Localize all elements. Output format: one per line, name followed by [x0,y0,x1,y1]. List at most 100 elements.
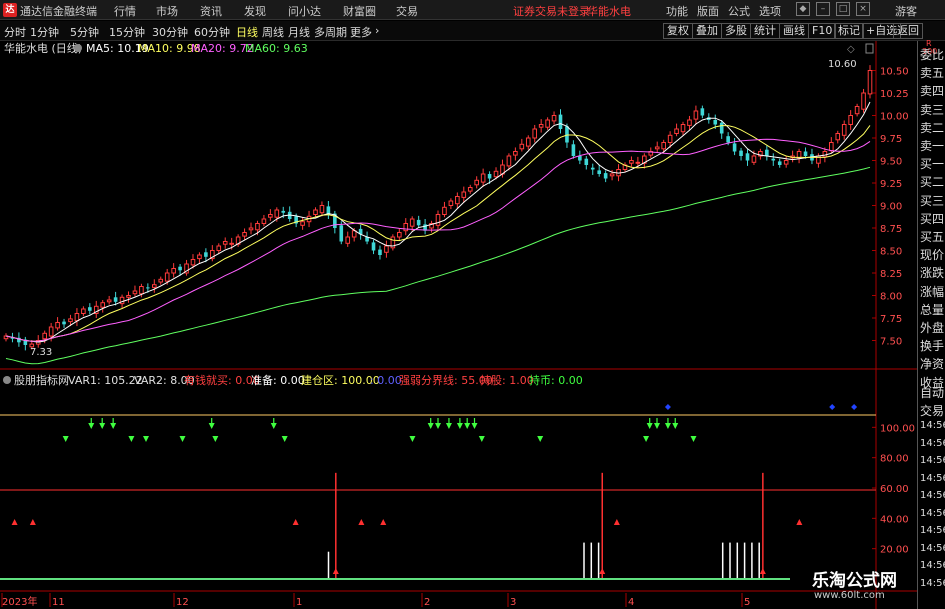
period-tab-daily[interactable]: 日线 [236,24,258,40]
stats-button[interactable]: 统计 [750,23,780,39]
side-panel-item[interactable]: 涨幅 [920,283,944,300]
candle-body [474,179,479,186]
price-tick-label: 7.50 [880,337,902,348]
ma-line-ma20 [5,138,871,342]
menu-item-gongshi[interactable]: 公式 [728,3,750,19]
login-notice[interactable]: 证券交易未登录 [513,3,590,19]
side-panel-item[interactable]: 现价 [920,246,944,263]
overlay-button[interactable]: 叠加 [692,23,722,39]
green-arrow-down [427,423,434,429]
price-tick-label: 9.75 [880,134,902,145]
side-panel-item[interactable]: 净资 [920,355,944,372]
side-panel-item[interactable]: 买五 [920,228,944,245]
candle-body [178,266,182,271]
menu-item-banmian[interactable]: 版面 [697,3,719,19]
mark-button[interactable]: 标记 [834,23,864,39]
ma60-legend: MA60: 9.63 [245,42,308,55]
menu-item-wenxiaoda[interactable]: 问小达 [288,3,321,19]
side-panel-item[interactable]: 14:56 [920,490,945,501]
candle-body [693,110,699,120]
chart-area[interactable]: 华能水电 (日线) MA5: 10.19 MA10: 9.98 MA20: 9.… [0,41,917,609]
period-tab-monthly[interactable]: 月线 [288,24,310,40]
green-arrow-down [208,423,215,429]
period-tab-fenshi[interactable]: 分时 [4,24,26,40]
menu-item-gongneng[interactable]: 功能 [666,3,688,19]
period-toolbar: 分时 1分钟 5分钟 15分钟 30分钟 60分钟 日线 周线 月线 多周期 更… [0,21,945,41]
close-icon[interactable]: × [856,2,870,16]
side-panel-item[interactable]: 14:56 [920,525,945,536]
fuquan-button[interactable]: 复权 [663,23,693,39]
candle-body [467,187,473,192]
side-panel-item[interactable]: 总量 [920,301,944,318]
shield-icon[interactable]: ◆ [796,2,810,16]
side-panel-item[interactable]: 14:56 [920,543,945,554]
menu-item-shichang[interactable]: 市场 [156,3,178,19]
indicator-settings-icon[interactable] [3,376,11,384]
candle-body [578,156,582,161]
period-tab-5min[interactable]: 5分钟 [70,24,99,40]
green-triangle-down [409,436,416,442]
menu-item-zixun[interactable]: 资讯 [200,3,222,19]
candles-layer [3,65,873,351]
side-panel-item[interactable]: 卖四 [920,82,944,99]
period-tab-15min[interactable]: 15分钟 [109,24,145,40]
candle-body [222,241,228,245]
side-panel-item[interactable]: 14:56 [920,420,945,431]
diamond-icon[interactable]: ◇ [847,44,855,55]
green-triangle-down [143,436,149,442]
candle-body [378,249,382,255]
side-panel-item[interactable]: 14:56 [920,560,945,571]
menu-item-xuanxiang[interactable]: 选项 [759,3,781,19]
menu-item-jiaoyi[interactable]: 交易 [396,3,418,19]
side-panel-item[interactable]: 14:56 [920,473,945,484]
period-tab-more[interactable]: 更多 [350,24,372,40]
side-panel-item[interactable]: 卖一 [920,137,944,154]
period-tab-1min[interactable]: 1分钟 [30,24,59,40]
settings-gear-icon[interactable] [74,44,82,52]
side-panel-item[interactable]: 14:56 [920,438,945,449]
side-panel-item[interactable]: 买四 [920,210,944,227]
chevron-right-icon[interactable]: › [375,24,379,37]
indicator-field: 建仓区: 100.00 [301,373,380,387]
candle-body [268,214,273,218]
side-panel-item[interactable]: 14:56 [920,455,945,466]
maximize-icon[interactable]: □ [836,2,850,16]
side-panel-item[interactable]: 外盘 [920,319,944,336]
menu-item-hangqing[interactable]: 行情 [114,3,136,19]
side-panel-item[interactable]: 14:56 [920,578,945,589]
price-tick-label: 8.50 [880,247,902,258]
candle-body [397,232,402,238]
candle-body [345,236,351,244]
candle-body [719,122,724,134]
period-tab-multi[interactable]: 多周期 [314,24,347,40]
side-panel-item[interactable]: 换手 [920,337,944,354]
minimize-icon[interactable]: – [816,2,830,16]
menu-item-faxian[interactable]: 发现 [244,3,266,19]
f10-button[interactable]: F10 [808,23,837,39]
side-panel-item[interactable]: 卖二 [920,119,944,136]
period-tab-60min[interactable]: 60分钟 [194,24,230,40]
side-panel-item[interactable]: 涨跌 [920,264,944,281]
back-button[interactable]: 返回 [893,23,923,39]
side-panel-item[interactable]: 买一 [920,155,944,172]
menu-item-caifuquan[interactable]: 财富圈 [343,3,376,19]
price-tick-label: 7.75 [880,314,902,325]
candle-body [81,308,86,314]
side-panel-item[interactable]: 买三 [920,192,944,209]
period-tab-30min[interactable]: 30分钟 [152,24,188,40]
draw-line-button[interactable]: 画线 [779,23,809,39]
multi-stock-button[interactable]: 多股 [721,23,751,39]
period-tab-weekly[interactable]: 周线 [262,24,284,40]
side-panel-item[interactable]: 交易 [920,402,944,419]
lock-icon[interactable] [865,43,874,54]
side-panel-item[interactable]: 自动 [920,384,944,401]
candle-body [597,170,601,174]
side-panel-item[interactable]: 买二 [920,173,944,190]
side-panel-item[interactable]: 卖五 [920,64,944,81]
guest-label[interactable]: 游客 [895,3,917,19]
side-panel-item[interactable]: 14:56 [920,508,945,519]
date-label: 5 [744,597,750,608]
side-panel-item[interactable]: 卖三 [920,101,944,118]
side-panel-item[interactable]: 委比 [920,46,944,63]
red-triangle-up [11,519,18,525]
